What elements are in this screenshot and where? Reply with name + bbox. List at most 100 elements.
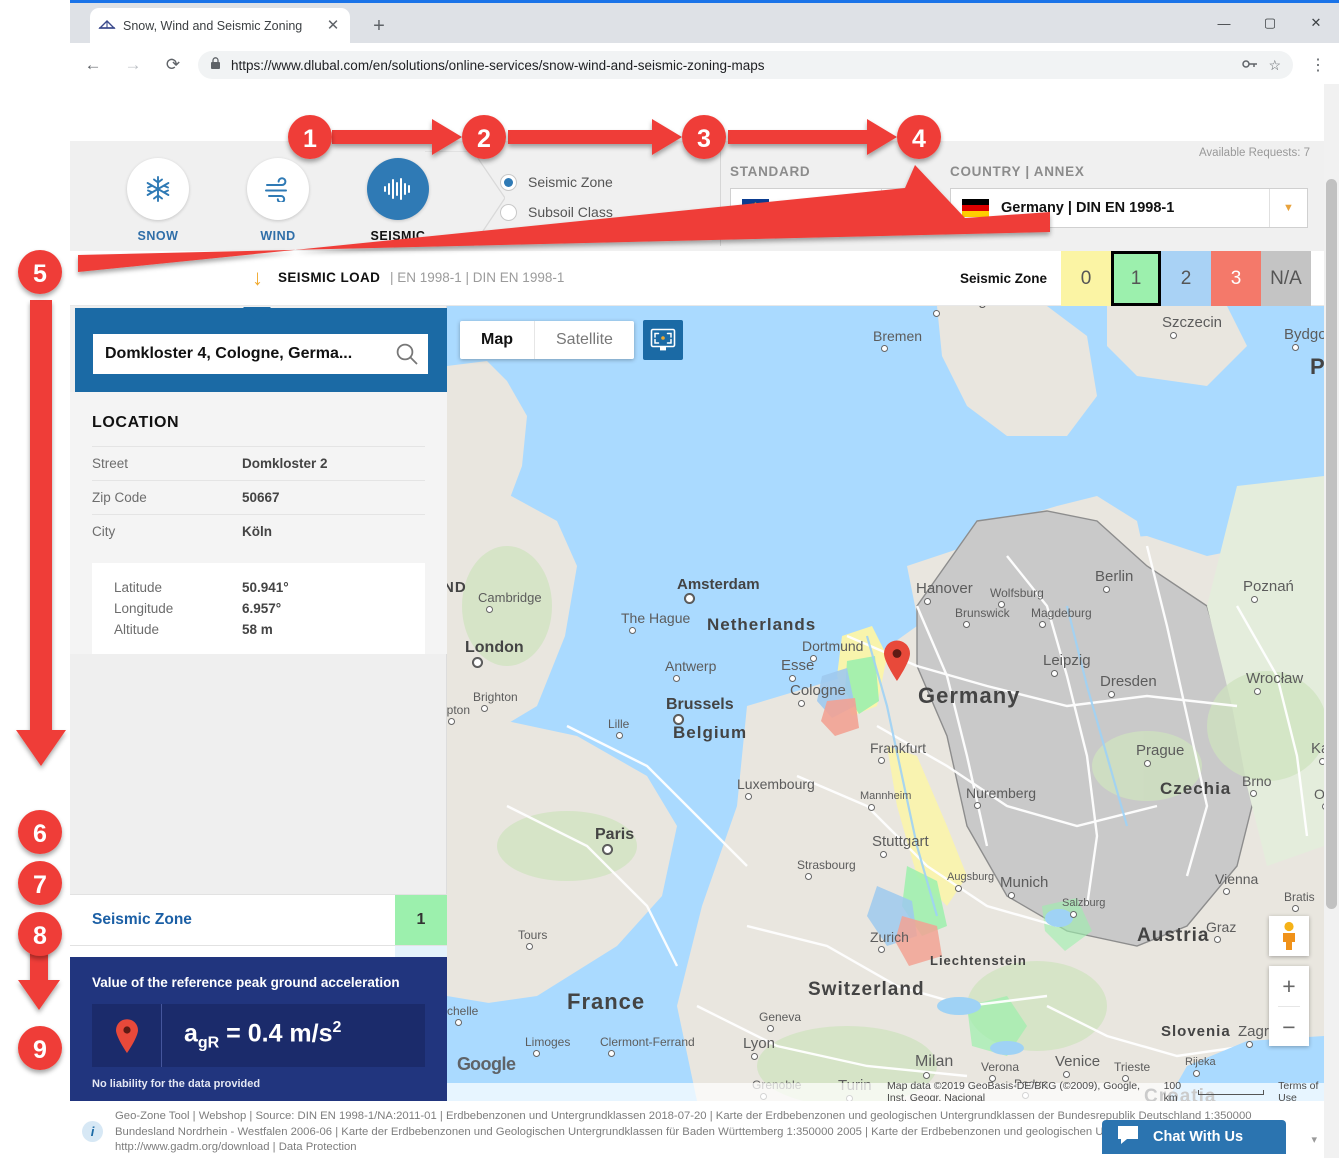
header-divider xyxy=(720,151,721,246)
zoom-out-button[interactable]: − xyxy=(1269,1007,1309,1047)
map-city-dot xyxy=(608,1050,615,1057)
chevron-down-icon[interactable]: ▼ xyxy=(1269,189,1307,227)
map-city-dot xyxy=(923,1072,930,1079)
zone-class-radio-group: Seismic Zone Subsoil Class xyxy=(500,167,613,227)
browser-menu-icon[interactable]: ⋮ xyxy=(1303,55,1333,75)
search-panel-notch xyxy=(243,307,271,321)
google-watermark: Google xyxy=(457,1053,527,1080)
zone-legend-cell-1[interactable]: 1 xyxy=(1111,251,1161,306)
coord-key: Latitude xyxy=(114,580,242,595)
map-city-dot xyxy=(881,345,888,352)
result-value: 1 xyxy=(395,895,447,946)
street-view-pegman-icon[interactable] xyxy=(1269,916,1309,956)
map-city-dot xyxy=(1214,936,1221,943)
map-type-control[interactable]: Map Satellite xyxy=(460,321,634,359)
tool-header: Available Requests: 7 SNOW xyxy=(70,141,1324,251)
chat-bubble-icon xyxy=(1116,1124,1140,1150)
map-city-dot xyxy=(955,885,962,892)
location-key: City xyxy=(92,524,242,539)
country-annex-select[interactable]: Germany | DIN EN 1998-1 ▼ xyxy=(950,188,1308,228)
location-row-city: City Köln xyxy=(92,514,425,548)
fullscreen-icon[interactable] xyxy=(643,320,683,360)
agr-disclaimer: No liability for the data provided xyxy=(92,1078,425,1090)
address-search-box[interactable] xyxy=(93,334,428,374)
coord-key: Longitude xyxy=(114,601,242,616)
map-pin-icon xyxy=(92,1004,162,1067)
map-city-dot xyxy=(1103,586,1110,593)
tool-wind[interactable]: WIND xyxy=(228,158,328,243)
zoom-in-button[interactable]: + xyxy=(1269,966,1309,1006)
coord-row-longitude: Longitude 6.957° xyxy=(114,598,425,619)
radio-seismic-zone-dot[interactable] xyxy=(500,174,517,191)
location-value: Köln xyxy=(242,524,272,539)
map-city-dot xyxy=(998,601,1005,608)
tool-snow[interactable]: SNOW xyxy=(108,158,208,243)
map-terms-of-use-link[interactable]: Terms of Use xyxy=(1278,1080,1324,1101)
close-window-icon[interactable]: ✕ xyxy=(1293,3,1339,43)
map-city-dot xyxy=(629,627,636,634)
result-row-seismic-zone[interactable]: Seismic Zone 1 xyxy=(70,894,447,945)
svg-text:oogle: oogle xyxy=(470,1054,516,1074)
germany-flag-icon xyxy=(962,199,989,217)
close-tab-icon[interactable]: ✕ xyxy=(324,17,342,35)
reload-icon[interactable]: ⟳ xyxy=(156,48,190,82)
chat-with-us-button[interactable]: Chat With Us xyxy=(1102,1120,1286,1154)
map-city-dot xyxy=(448,718,455,725)
location-pin-icon[interactable] xyxy=(882,640,912,687)
zone-legend-cell-3[interactable]: 3 xyxy=(1211,251,1261,306)
map-city-dot xyxy=(963,621,970,628)
map-city-dot xyxy=(1254,688,1261,695)
radio-subsoil-class[interactable]: Subsoil Class xyxy=(500,197,613,227)
browser-tab[interactable]: Snow, Wind and Seismic Zoning ✕ xyxy=(90,8,350,43)
map-viewport[interactable]: DenmarkCopenhagenSjællandMalmöOdenseKiel… xyxy=(447,306,1324,1101)
scrollbar-thumb[interactable] xyxy=(1326,179,1337,909)
back-icon[interactable]: ← xyxy=(76,48,110,82)
map-city-dot xyxy=(473,658,482,667)
location-card: LOCATION Street Domkloster 2 Zip Code 50… xyxy=(70,392,447,654)
new-tab-button[interactable]: + xyxy=(365,13,393,41)
map-city-dot xyxy=(810,655,817,662)
location-panel: LOCATION Street Domkloster 2 Zip Code 50… xyxy=(70,306,447,1101)
map-city-dot xyxy=(1170,332,1177,339)
location-row-street: Street Domkloster 2 xyxy=(92,446,425,480)
map-type-map[interactable]: Map xyxy=(460,321,534,359)
page-viewport: Available Requests: 7 SNOW xyxy=(70,84,1339,1158)
maximize-icon[interactable]: ▢ xyxy=(1247,3,1293,43)
map-city-dot xyxy=(616,732,623,739)
snowflake-icon xyxy=(127,158,189,220)
standard-select[interactable]: EN 1998-1 ▼ xyxy=(730,188,920,228)
bookmark-star-icon[interactable]: ☆ xyxy=(1268,57,1281,74)
map-city-dot xyxy=(1292,905,1299,912)
result-label: Seismic Zone xyxy=(70,911,395,929)
address-bar[interactable]: https://www.dlubal.com/en/solutions/onli… xyxy=(198,51,1293,79)
annotation-badge-9: 9 xyxy=(33,1036,47,1064)
svg-text:G: G xyxy=(457,1054,471,1074)
zone-legend-cell-2[interactable]: 2 xyxy=(1161,251,1211,306)
search-icon[interactable] xyxy=(394,341,420,367)
chat-caret-icon[interactable]: ▾ xyxy=(1311,1133,1317,1146)
map-city-dot xyxy=(1246,1041,1253,1048)
forward-icon[interactable]: → xyxy=(116,48,150,82)
zone-legend-cell-na[interactable]: N/A xyxy=(1261,251,1311,306)
zone-legend-cell-0[interactable]: 0 xyxy=(1061,251,1111,306)
seismic-load-standards: | EN 1998-1 | DIN EN 1998-1 xyxy=(390,270,564,285)
chevron-down-icon[interactable]: ▼ xyxy=(881,189,919,227)
window-controls: — ▢ ✕ xyxy=(1201,3,1339,43)
map-city-dot xyxy=(603,845,612,854)
zoom-control[interactable]: + − xyxy=(1269,966,1309,1046)
annotation-arrow-8 xyxy=(18,946,60,1010)
radio-subsoil-class-dot[interactable] xyxy=(500,204,517,221)
key-icon[interactable] xyxy=(1242,58,1258,73)
minimize-icon[interactable]: — xyxy=(1201,3,1247,43)
map-type-satellite[interactable]: Satellite xyxy=(534,321,634,359)
coord-row-latitude: Latitude 50.941° xyxy=(114,577,425,598)
location-card-title: LOCATION xyxy=(70,392,447,446)
page-scrollbar[interactable] xyxy=(1324,84,1339,1158)
agr-subscript: gR xyxy=(198,1034,219,1051)
tool-wind-label: WIND xyxy=(228,229,328,243)
search-input[interactable] xyxy=(105,345,394,363)
location-key: Zip Code xyxy=(92,490,242,505)
radio-seismic-zone[interactable]: Seismic Zone xyxy=(500,167,613,197)
location-value: 50667 xyxy=(242,490,280,505)
available-requests-label: Available Requests: 7 xyxy=(1199,147,1310,159)
